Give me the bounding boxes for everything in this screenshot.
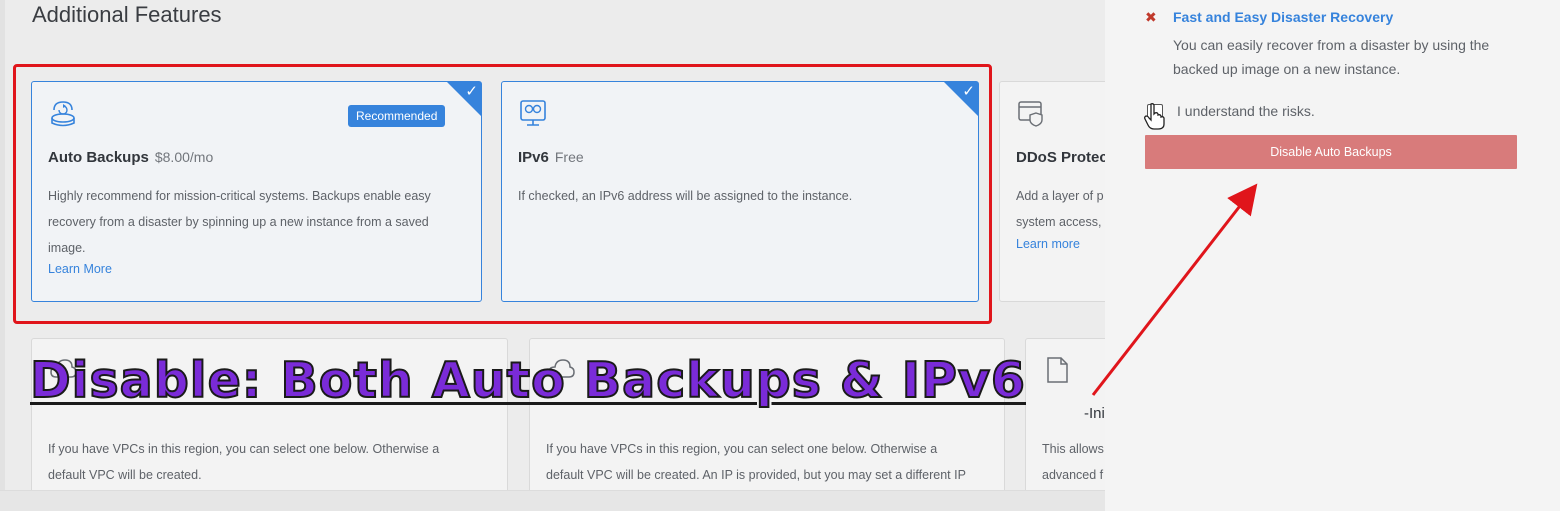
bottom-bar bbox=[0, 490, 1105, 511]
ddos-title: DDoS Protec bbox=[1016, 149, 1108, 166]
highlight-box bbox=[13, 64, 992, 324]
panel-heading: Fast and Easy Disaster Recovery bbox=[1173, 9, 1394, 25]
main-content: Additional Features ✓ Recommended Auto B… bbox=[0, 0, 1139, 511]
ddos-shield-icon bbox=[1018, 101, 1043, 127]
panel-description: You can easily recover from a disaster b… bbox=[1173, 37, 1490, 77]
disable-auto-backups-button[interactable]: Disable Auto Backups bbox=[1145, 135, 1517, 169]
checkbox-label: I understand the risks. bbox=[1177, 103, 1315, 119]
cloud-init-title: -Ini bbox=[1084, 405, 1105, 422]
vpc-description: If you have VPCs in this region, you can… bbox=[48, 442, 440, 482]
disable-backups-panel: ✖ Fast and Easy Disaster Recovery You ca… bbox=[1105, 0, 1560, 511]
hand-cursor-icon bbox=[1144, 103, 1165, 130]
section-title: Additional Features bbox=[32, 2, 222, 27]
x-mark-icon: ✖ bbox=[1145, 10, 1157, 26]
vpc-interface-description: If you have VPCs in this region, you can… bbox=[546, 442, 966, 482]
overlay-caption: Disable: Both Auto Backups & IPv6 bbox=[29, 351, 1026, 410]
learn-more-link[interactable]: Learn more bbox=[1016, 237, 1080, 251]
cloud-init-description: This allows advanced f bbox=[1042, 442, 1104, 482]
left-edge bbox=[0, 0, 5, 490]
document-icon bbox=[1047, 357, 1068, 383]
